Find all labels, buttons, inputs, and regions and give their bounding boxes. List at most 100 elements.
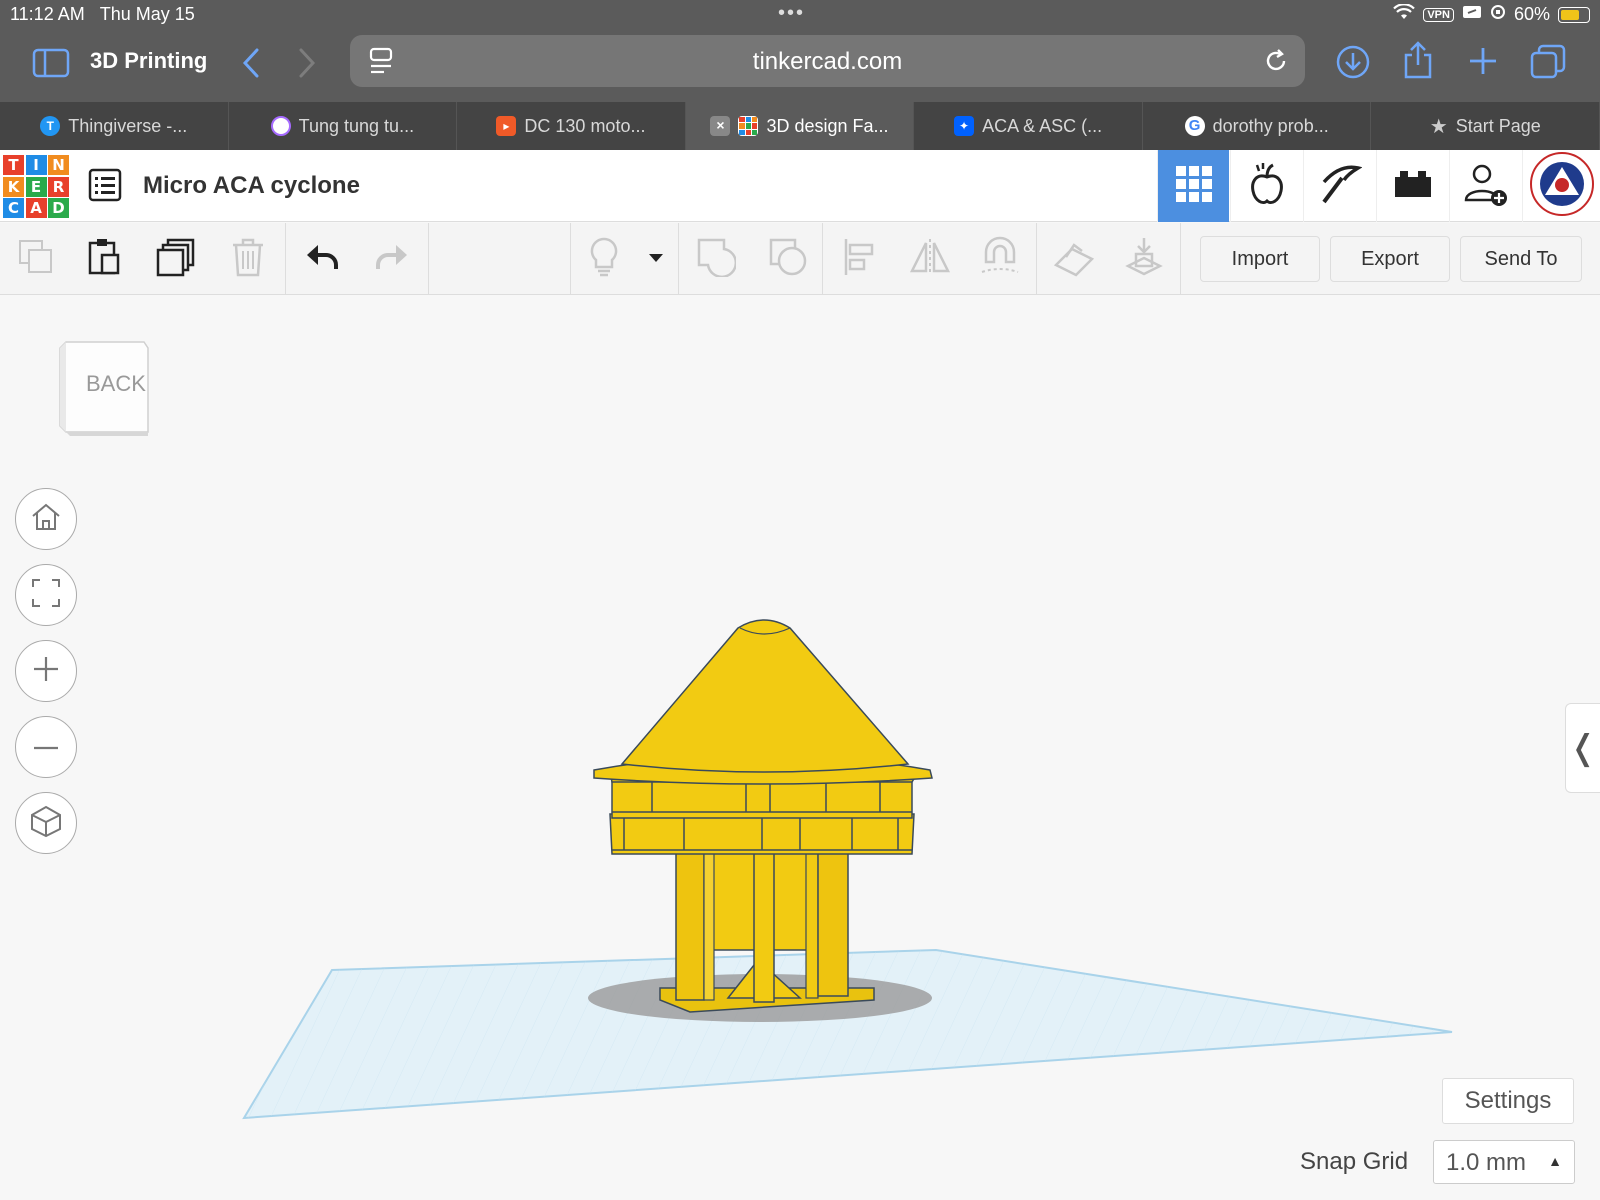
align-button[interactable]: [838, 237, 882, 281]
tab-label: DC 130 moto...: [524, 115, 646, 136]
tab-tung-tung[interactable]: Tung tung tu...: [229, 102, 458, 150]
pickaxe-icon: [1318, 162, 1363, 211]
orientation-lock-icon: [1490, 4, 1506, 25]
cruise-button[interactable]: [978, 236, 1022, 281]
reload-icon[interactable]: [1263, 48, 1289, 79]
share-icon[interactable]: [1402, 40, 1434, 85]
ungroup-shapes-icon: [768, 237, 808, 282]
new-tab-plus-icon[interactable]: [1468, 46, 1498, 81]
fit-frame-icon: [31, 578, 61, 613]
star-icon: ★: [1429, 115, 1448, 138]
status-time: 11:12 AM Thu May 15: [10, 4, 195, 24]
undo-icon: [304, 243, 340, 276]
design-title[interactable]: Micro ACA cyclone: [143, 172, 360, 200]
group-shapes-icon: [696, 237, 738, 282]
design-list-icon[interactable]: [88, 168, 122, 207]
copy-button[interactable]: [14, 237, 58, 281]
tinkercad-header: T I N K E R C A D Micro ACA cyclone: [0, 150, 1600, 222]
zoom-in-button[interactable]: [15, 640, 77, 702]
tab-aca-asc[interactable]: ✦ ACA & ASC (...: [914, 102, 1143, 150]
3d-viewport[interactable]: BACK: [0, 296, 1600, 1200]
lightbulb-icon: [588, 236, 620, 283]
mirror-icon: [908, 237, 952, 282]
vpn-badge: VPN: [1423, 7, 1454, 22]
blocks-button[interactable]: [1303, 150, 1375, 222]
tab-label: ACA & ASC (...: [982, 115, 1103, 136]
tab-label: Thingiverse -...: [68, 115, 188, 136]
import-button[interactable]: Import: [1200, 236, 1320, 282]
toolbar-divider: [285, 223, 286, 295]
toolbar-divider: [428, 223, 429, 295]
export-button[interactable]: Export: [1330, 236, 1450, 282]
sidebar-toggle-icon[interactable]: [32, 48, 70, 83]
cube-outline-icon: [29, 804, 63, 843]
tinkercad-logo[interactable]: T I N K E R C A D: [3, 155, 69, 219]
notes-button[interactable]: [582, 237, 626, 281]
bricks-button[interactable]: [1376, 150, 1448, 222]
tab-thingiverse[interactable]: T Thingiverse -...: [0, 102, 229, 150]
close-tab-icon[interactable]: ×: [710, 116, 731, 136]
avatar-badge-icon: [1529, 151, 1595, 222]
redo-icon: [374, 243, 410, 276]
forward-arrow-icon[interactable]: [296, 46, 318, 85]
tab-overview-icon[interactable]: [1530, 44, 1566, 85]
shapes-panel-toggle[interactable]: ❬: [1565, 703, 1600, 793]
tab-start-page[interactable]: ★ Start Page: [1371, 102, 1600, 150]
tab-bar: T Thingiverse -... Tung tung tu... ▸ DC …: [0, 102, 1600, 150]
send-to-button[interactable]: Send To: [1460, 236, 1582, 282]
multitasking-dots-icon[interactable]: •••: [778, 2, 805, 25]
drop-button[interactable]: [1122, 237, 1166, 281]
status-bar: 11:12 AM Thu May 15 ••• VPN 60%: [0, 0, 1600, 30]
tab-3d-design[interactable]: × 3D design Fa...: [685, 102, 915, 150]
group-button[interactable]: [694, 237, 738, 281]
edit-toolbar: Import Export Send To: [0, 223, 1600, 295]
undo-button[interactable]: [300, 237, 344, 281]
user-avatar[interactable]: [1522, 150, 1600, 222]
tab-label: 3D design Fa...: [766, 115, 889, 136]
orange-page-icon: ▸: [496, 116, 517, 136]
projection-toggle-button[interactable]: [15, 792, 77, 854]
google-icon: G: [1184, 116, 1205, 136]
notes-dropdown[interactable]: [634, 237, 678, 281]
home-view-button[interactable]: [15, 488, 77, 550]
zoom-out-button[interactable]: [15, 716, 77, 778]
snap-grid-value: 1.0 mm: [1446, 1149, 1527, 1176]
fit-view-button[interactable]: [15, 564, 77, 626]
caret-down-icon: [648, 250, 664, 268]
battery-percent: 60%: [1513, 4, 1550, 24]
tab-group-title[interactable]: 3D Printing: [90, 48, 207, 74]
redo-button[interactable]: [370, 237, 414, 281]
model-cone: [620, 619, 910, 773]
address-bar[interactable]: tinkercad.com: [350, 35, 1305, 87]
model-leg: [675, 847, 705, 1001]
invite-people-button[interactable]: [1449, 150, 1521, 222]
workplane-scene[interactable]: [0, 296, 1600, 1200]
tab-label: Tung tung tu...: [298, 115, 415, 136]
browser-toolbar: 3D Printing tinkercad.com: [0, 30, 1600, 102]
model-leg: [753, 851, 775, 1003]
screen-mirroring-icon: [1462, 4, 1482, 25]
tab-dorothy[interactable]: G dorothy prob...: [1143, 102, 1372, 150]
ungroup-button[interactable]: [766, 237, 810, 281]
download-icon[interactable]: [1335, 44, 1371, 85]
delete-button[interactable]: [226, 237, 270, 281]
tab-dc-motor[interactable]: ▸ DC 130 moto...: [457, 102, 686, 150]
back-arrow-icon[interactable]: [240, 46, 262, 85]
paste-button[interactable]: [82, 237, 126, 281]
duplicate-button[interactable]: [154, 237, 198, 281]
caret-up-icon: ▲: [1548, 1153, 1562, 1169]
toolbar-divider: [1036, 223, 1037, 295]
snap-grid-select[interactable]: 1.0 mm ▲: [1433, 1140, 1575, 1184]
home-icon: [30, 502, 62, 537]
view-cube[interactable]: BACK: [46, 336, 150, 438]
sim-lab-button[interactable]: [1230, 150, 1302, 222]
chat-icon: [270, 116, 291, 136]
url-text[interactable]: tinkercad.com: [350, 48, 1305, 76]
settings-button[interactable]: Settings: [1442, 1078, 1574, 1124]
3d-view-button[interactable]: [1157, 150, 1229, 222]
minus-icon: [32, 738, 60, 756]
mirror-button[interactable]: [908, 237, 952, 281]
tab-label: Start Page: [1455, 115, 1541, 136]
workplane-button[interactable]: [1052, 237, 1096, 281]
workplane-icon: [1052, 237, 1096, 282]
